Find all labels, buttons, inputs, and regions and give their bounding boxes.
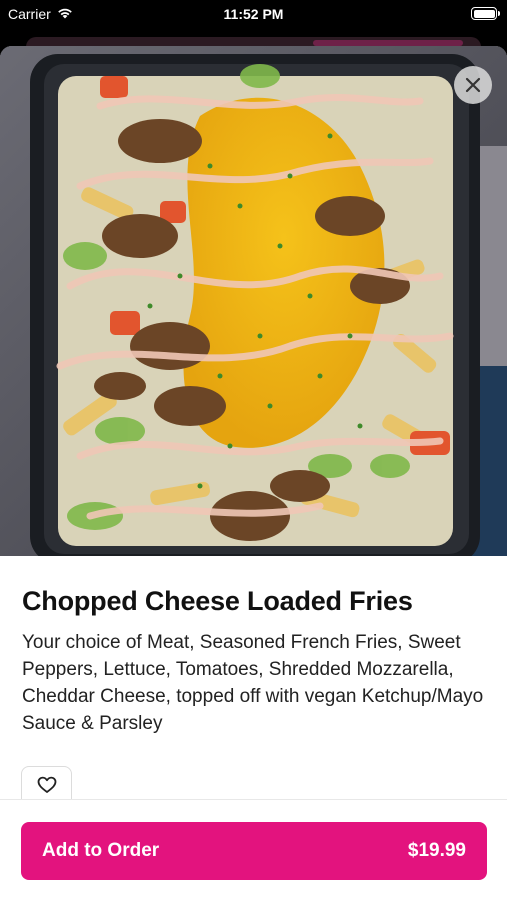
bottom-action-bar: Add to Order $19.99 — [0, 799, 507, 900]
item-detail-modal: Chopped Cheese Loaded Fries Your choice … — [0, 46, 507, 900]
item-photo — [0, 46, 507, 556]
battery-icon — [471, 7, 500, 20]
item-description: Your choice of Meat, Seasoned French Fri… — [22, 632, 484, 734]
heart-icon — [37, 776, 57, 799]
add-to-order-label: Add to Order — [42, 840, 160, 861]
close-button[interactable] — [454, 66, 492, 104]
item-price: $19.99 — [407, 840, 466, 861]
item-details: Chopped Cheese Loaded Fries Your choice … — [22, 586, 487, 737]
add-to-order-button[interactable]: Add to Order $19.99 — [21, 822, 487, 880]
status-bar: Carrier 11:52 PM — [0, 0, 507, 30]
screen: Carrier 11:52 PM Chopped Cheese Loaded F… — [0, 0, 507, 900]
close-icon — [465, 77, 481, 93]
item-title: Chopped Cheese Loaded Fries — [22, 586, 413, 616]
status-time: 11:52 PM — [223, 6, 284, 22]
